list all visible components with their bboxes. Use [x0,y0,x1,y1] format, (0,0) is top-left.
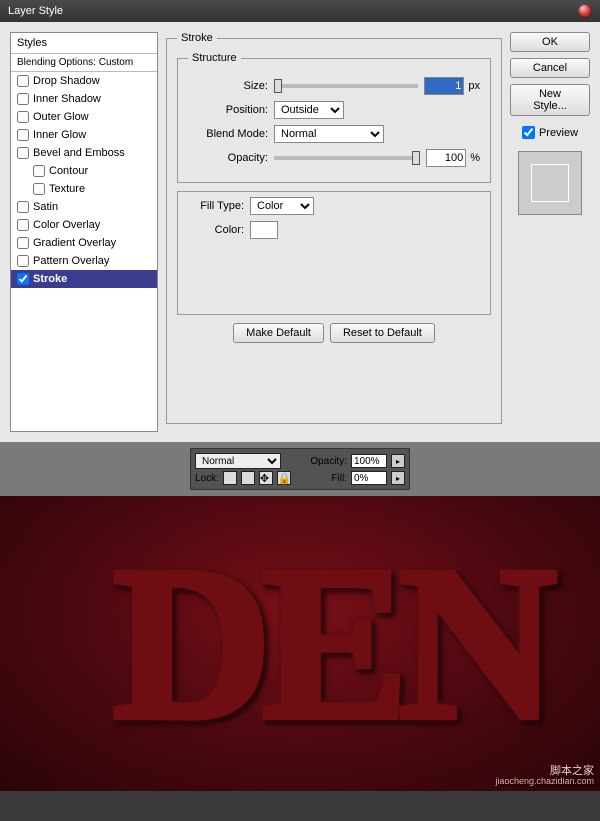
lock-position-icon[interactable]: ✥ [259,471,273,485]
preview-label: Preview [539,127,578,139]
watermark: 脚本之家 jiaocheng.chazidian.com [495,765,594,787]
color-label: Color: [188,224,244,236]
fill-type-select[interactable]: Color [250,197,314,215]
opacity-slider[interactable] [274,156,420,160]
window-title: Layer Style [8,5,63,17]
style-inner-glow[interactable]: Inner Glow [11,126,157,144]
position-select[interactable]: Outside [274,101,344,119]
checkbox-contour[interactable] [33,165,45,177]
reset-default-button[interactable]: Reset to Default [330,323,435,343]
style-pattern-overlay[interactable]: Pattern Overlay [11,252,157,270]
size-slider[interactable] [274,84,418,88]
styles-list: Styles Blending Options: Custom Drop Sha… [10,32,158,432]
color-swatch[interactable] [250,221,278,239]
structure-legend: Structure [188,52,241,64]
styles-header[interactable]: Styles [11,33,157,54]
layer-fill-label: Fill: [331,473,347,484]
checkbox-gradient-overlay[interactable] [17,237,29,249]
style-texture[interactable]: Texture [11,180,157,198]
checkbox-stroke[interactable] [17,273,29,285]
checkbox-inner-glow[interactable] [17,129,29,141]
size-label: Size: [188,80,268,92]
opacity-label: Opacity: [188,152,268,164]
structure-group: Structure Size: px Position: Outside Ble… [177,52,491,183]
layers-panel-strip: Normal Opacity: ▸ Lock: ✥ 🔒 Fill: ▸ [0,442,600,496]
stroke-settings-panel: Stroke Structure Size: px Position: Outs… [166,32,502,432]
checkbox-inner-shadow[interactable] [17,93,29,105]
size-input[interactable] [424,77,464,95]
window-orb-icon [578,4,592,18]
checkbox-outer-glow[interactable] [17,111,29,123]
style-stroke[interactable]: Stroke [11,270,157,288]
style-bevel[interactable]: Bevel and Emboss [11,144,157,162]
style-drop-shadow[interactable]: Drop Shadow [11,72,157,90]
style-color-overlay[interactable]: Color Overlay [11,216,157,234]
blend-mode-label: Blend Mode: [188,128,268,140]
preview-thumbnail [518,151,582,215]
fill-flyout-icon[interactable]: ▸ [391,471,405,485]
checkbox-drop-shadow[interactable] [17,75,29,87]
ok-button[interactable]: OK [510,32,590,52]
style-outer-glow[interactable]: Outer Glow [11,108,157,126]
layer-opacity-input[interactable] [351,454,387,468]
checkbox-bevel[interactable] [17,147,29,159]
preview-checkbox[interactable] [522,126,535,139]
layer-blend-select[interactable]: Normal [195,453,281,469]
title-bar: Layer Style [0,0,600,22]
preview-toggle[interactable]: Preview [510,126,590,139]
checkbox-satin[interactable] [17,201,29,213]
opacity-flyout-icon[interactable]: ▸ [391,454,405,468]
make-default-button[interactable]: Make Default [233,323,324,343]
lock-all-icon[interactable]: 🔒 [277,471,291,485]
fill-group: Fill Type: Color Color: [177,191,491,315]
stroke-group: Stroke Structure Size: px Position: Outs… [166,32,502,424]
style-gradient-overlay[interactable]: Gradient Overlay [11,234,157,252]
position-label: Position: [188,104,268,116]
fill-type-label: Fill Type: [188,200,244,212]
lock-transparency-icon[interactable] [223,471,237,485]
style-contour[interactable]: Contour [11,162,157,180]
cancel-button[interactable]: Cancel [510,58,590,78]
result-preview-image: DEN 脚本之家 jiaocheng.chazidian.com [0,496,600,791]
new-style-button[interactable]: New Style... [510,84,590,116]
opacity-input[interactable] [426,149,466,167]
style-satin[interactable]: Satin [11,198,157,216]
checkbox-color-overlay[interactable] [17,219,29,231]
opacity-unit: % [470,152,480,164]
checkbox-texture[interactable] [33,183,45,195]
lock-label: Lock: [195,473,219,484]
size-unit: px [468,80,480,92]
stroke-legend: Stroke [177,32,217,44]
layer-fill-input[interactable] [351,471,387,485]
gold-text-sample: DEN [113,517,548,770]
layer-opacity-label: Opacity: [310,456,347,467]
layer-style-dialog: Styles Blending Options: Custom Drop Sha… [0,22,600,442]
style-inner-shadow[interactable]: Inner Shadow [11,90,157,108]
lock-pixels-icon[interactable] [241,471,255,485]
blending-options-header[interactable]: Blending Options: Custom [11,54,157,72]
checkbox-pattern-overlay[interactable] [17,255,29,267]
action-buttons-panel: OK Cancel New Style... Preview [510,32,590,432]
blend-mode-select[interactable]: Normal [274,125,384,143]
